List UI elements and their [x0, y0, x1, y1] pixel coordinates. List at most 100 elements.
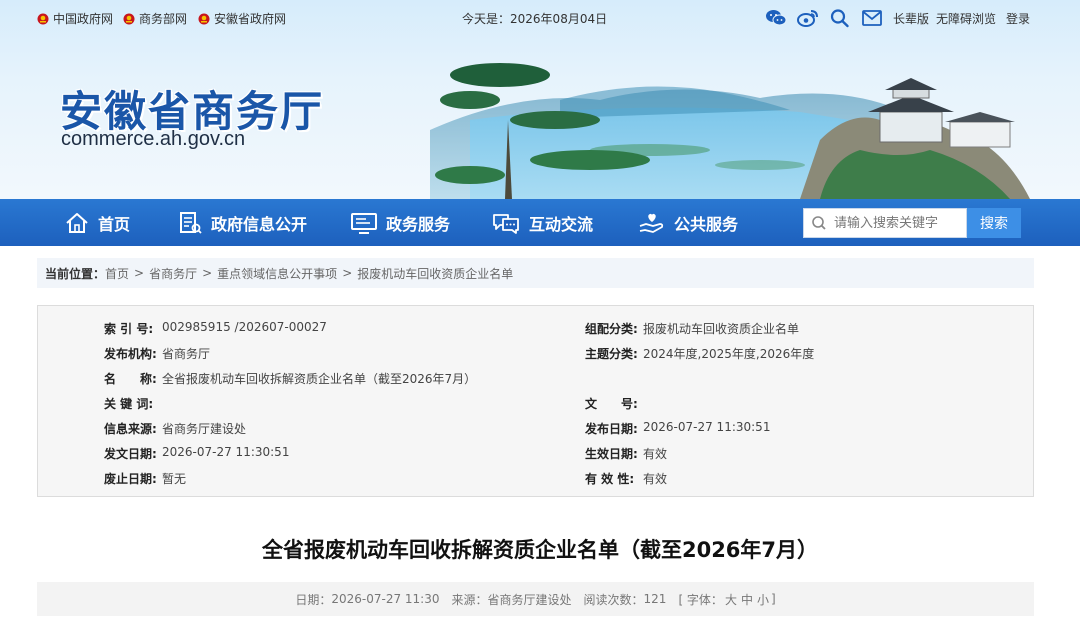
weibo-icon[interactable]: [797, 8, 819, 28]
nav-item-gov-service-label: 政务服务: [386, 214, 451, 234]
font-size-large[interactable]: 大: [725, 591, 737, 608]
monitor-icon: [351, 212, 377, 234]
breadcrumb-separator: >: [202, 266, 213, 280]
meta-publisher-label: 发布机构:: [104, 347, 157, 361]
meta-expiry-date-value: 暂无: [162, 472, 187, 486]
meta-expiry-date-label: 废止日期:: [104, 472, 157, 486]
meta-publish-date: 发布日期: 2026-07-27 11:30:51: [585, 420, 770, 437]
elder-mode-link[interactable]: 长辈版: [893, 10, 929, 27]
national-emblem-icon: [123, 13, 135, 24]
breadcrumb: 当前位置： 首页 > 省商务厅 > 重点领域信息公开事项 > 报废机动车回收资质…: [37, 258, 1034, 288]
meta-doc-no-label: 文 号:: [585, 397, 638, 411]
breadcrumb-separator: >: [134, 266, 145, 280]
hand-heart-icon: [639, 213, 664, 233]
document-meta-box: 索 引 号: 002985915 /202607-00027 组配分类: 报废机…: [37, 305, 1034, 497]
meta-keywords: 关 键 词:: [104, 395, 162, 412]
meta-effective-date-label: 生效日期:: [585, 447, 638, 461]
meta-publisher-value: 省商务厅: [162, 347, 211, 361]
site-url: commerce.ah.gov.cn: [61, 128, 246, 150]
today-prefix: 今天是：: [462, 12, 511, 26]
article-info-bar: 日期： 2026-07-27 11:30 来源： 省商务厅建设处 阅读次数： 1…: [37, 582, 1034, 616]
meta-category-label: 组配分类:: [585, 322, 638, 336]
meta-name-value: 全省报废机动车回收拆解资质企业名单（截至2026年7月）: [162, 372, 477, 386]
meta-index-no-label: 索 引 号:: [104, 322, 154, 336]
meta-source: 信息来源: 省商务厅建设处: [104, 420, 246, 437]
meta-effective-date: 生效日期: 有效: [585, 445, 667, 462]
link-china-gov[interactable]: 中国政府网: [37, 10, 113, 27]
nav-item-interaction[interactable]: 互动交流: [491, 199, 593, 246]
meta-publisher: 发布机构: 省商务厅: [104, 345, 210, 362]
article-source: 省商务厅建设处: [487, 592, 572, 607]
breadcrumb-section[interactable]: 重点领域信息公开事项: [217, 265, 337, 282]
search-input[interactable]: [830, 210, 960, 236]
home-icon: [66, 212, 88, 233]
search-box: [803, 208, 967, 238]
top-utility-bar: 中国政府网 商务部网 安徽省政府网 今天是：2026年08月04日 长辈版 无障…: [0, 0, 1080, 34]
wechat-icon[interactable]: [765, 8, 787, 28]
link-mofcom-label: 商务部网: [139, 12, 188, 26]
nav-item-public-service[interactable]: 公共服务: [638, 199, 738, 246]
nav-item-gov-info[interactable]: 政府信息公开: [177, 199, 307, 246]
national-emblem-icon: [198, 13, 210, 24]
font-size-label: [ 字体：: [678, 592, 723, 607]
meta-publish-date-label: 发布日期:: [585, 422, 638, 436]
breadcrumb-home[interactable]: 首页: [105, 265, 129, 282]
meta-validity: 有 效 性: 有效: [585, 470, 667, 487]
meta-effective-date-value: 有效: [643, 447, 668, 461]
today-value: 2026年08月04日: [510, 12, 608, 26]
meta-category-value: 报废机动车回收资质企业名单: [643, 322, 800, 336]
breadcrumb-label: 当前位置：: [45, 266, 106, 281]
meta-validity-value: 有效: [643, 472, 668, 486]
font-size-small[interactable]: 小: [757, 591, 769, 608]
document-icon: [180, 211, 202, 234]
meta-publish-date-value: 2026-07-27 11:30:51: [643, 420, 771, 434]
nav-item-gov-service[interactable]: 政务服务: [350, 199, 450, 246]
today-date: 今天是：2026年08月04日: [462, 10, 607, 27]
meta-name: 名 称: 全省报废机动车回收拆解资质企业名单（截至2026年7月）: [104, 370, 476, 387]
font-size-medium[interactable]: 中: [741, 591, 753, 608]
nav-item-home[interactable]: 首页: [64, 199, 130, 246]
link-anhui-gov[interactable]: 安徽省政府网: [198, 10, 286, 27]
search-icon: [812, 216, 826, 230]
article-title: 全省报废机动车回收拆解资质企业名单（截至2026年7月）: [261, 538, 819, 562]
nav-item-gov-info-label: 政府信息公开: [211, 214, 308, 234]
meta-index-no-value: 002985915 /202607-00027: [162, 320, 327, 334]
meta-category: 组配分类: 报废机动车回收资质企业名单: [585, 320, 799, 337]
article-views-label: 阅读次数：: [583, 592, 644, 607]
main-nav: 首页 政府信息公开 政务服务 互动交流 公共服务 请输入搜索关键字 搜索: [0, 199, 1080, 246]
meta-validity-label: 有 效 性:: [585, 472, 635, 486]
nav-item-interaction-label: 互动交流: [529, 214, 594, 234]
meta-subject: 主题分类: 2024年度,2025年度,2026年度: [585, 345, 814, 362]
chat-icon: [493, 213, 519, 234]
meta-source-value: 省商务厅建设处: [162, 422, 247, 436]
breadcrumb-current[interactable]: 报废机动车回收资质企业名单: [357, 265, 513, 282]
search-icon[interactable]: [829, 8, 851, 28]
meta-subject-label: 主题分类:: [585, 347, 638, 361]
login-link[interactable]: 登录: [1006, 10, 1030, 27]
meta-name-label: 名 称:: [104, 372, 157, 386]
header-banner: 中国政府网 商务部网 安徽省政府网 今天是：2026年08月04日 长辈版 无障…: [0, 0, 1080, 199]
link-china-gov-label: 中国政府网: [53, 12, 114, 26]
meta-doc-no: 文 号:: [585, 395, 643, 412]
breadcrumb-department[interactable]: 省商务厅: [149, 265, 197, 282]
font-size-close: ]: [770, 592, 776, 606]
meta-source-label: 信息来源:: [104, 422, 157, 436]
accessibility-link[interactable]: 无障碍浏览: [936, 10, 996, 27]
search-button[interactable]: 搜索: [967, 208, 1021, 238]
meta-issue-date-value: 2026-07-27 11:30:51: [162, 445, 290, 459]
article-views: 121: [643, 592, 667, 606]
mail-icon[interactable]: [861, 8, 883, 28]
meta-keywords-label: 关 键 词:: [104, 397, 154, 411]
breadcrumb-separator: >: [342, 266, 353, 280]
meta-expiry-date: 废止日期: 暂无: [104, 470, 186, 487]
meta-issue-date: 发文日期: 2026-07-27 11:30:51: [104, 445, 289, 462]
national-emblem-icon: [37, 13, 49, 24]
meta-index-no: 索 引 号: 002985915 /202607-00027: [104, 320, 327, 337]
meta-subject-value: 2024年度,2025年度,2026年度: [643, 347, 815, 361]
nav-item-home-label: 首页: [98, 214, 131, 234]
link-mofcom[interactable]: 商务部网: [123, 10, 187, 27]
nav-item-public-service-label: 公共服务: [674, 214, 739, 234]
meta-issue-date-label: 发文日期:: [104, 447, 157, 461]
link-anhui-gov-label: 安徽省政府网: [214, 12, 287, 26]
article-date: 2026-07-27 11:30: [331, 592, 440, 606]
